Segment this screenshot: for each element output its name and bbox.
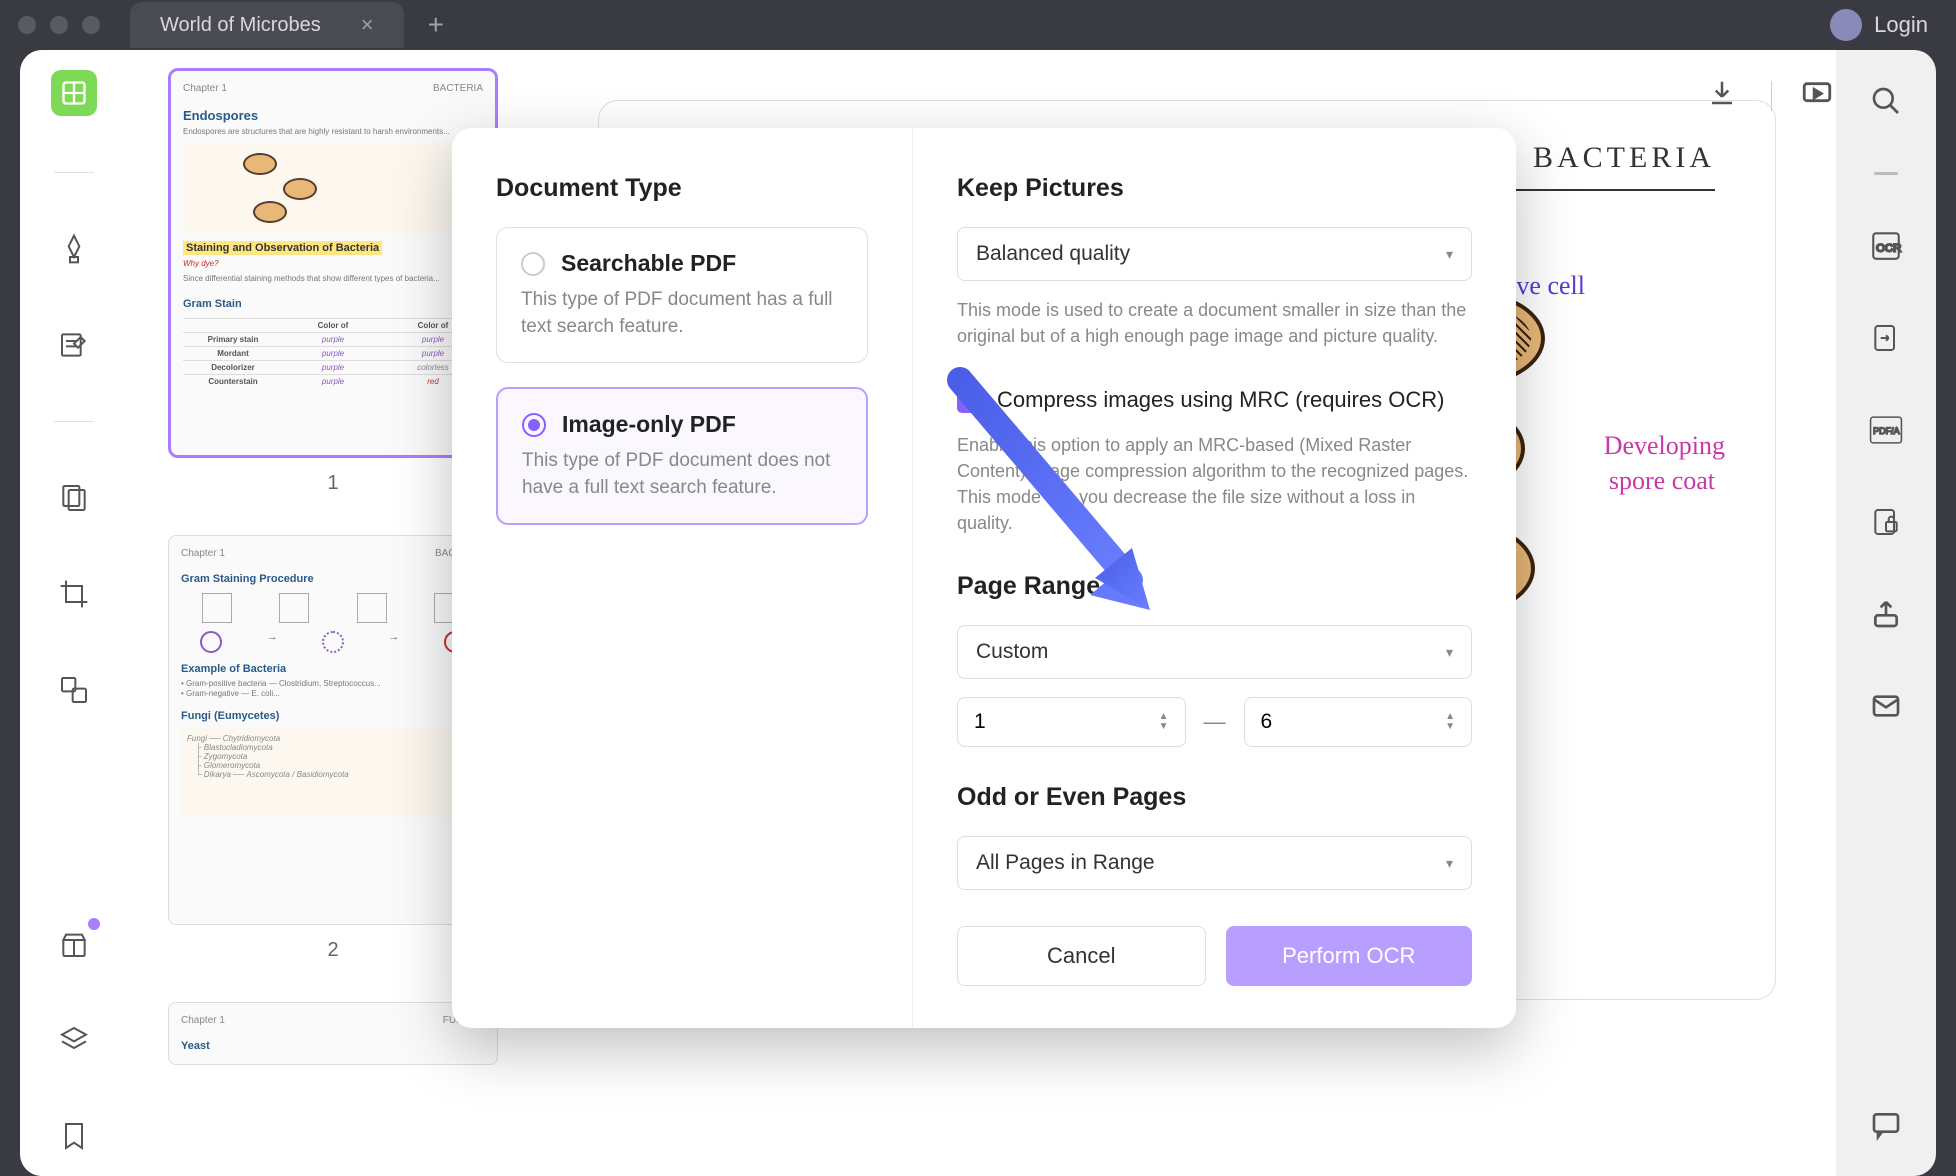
mrc-help-text: Enable this option to apply an MRC-based… [957, 432, 1472, 536]
quality-help-text: This mode is used to create a document s… [957, 297, 1472, 349]
option-description: This type of PDF document has a full tex… [521, 287, 843, 340]
svg-text:PDF/A: PDF/A [1873, 426, 1900, 436]
window-controls [18, 16, 100, 34]
stepper-down-icon[interactable]: ▼ [1445, 722, 1455, 732]
view-mode-icon[interactable] [51, 70, 97, 116]
highlighter-icon[interactable] [54, 229, 94, 269]
quality-dropdown[interactable]: Balanced quality [957, 227, 1472, 281]
encrypt-icon[interactable] [1865, 501, 1907, 543]
annotate-icon[interactable] [54, 325, 94, 365]
page-thumbnail-3[interactable]: Chapter 1FUNGUS Yeast [168, 1002, 498, 1065]
close-tab-icon[interactable]: × [361, 12, 374, 38]
svg-text:OCR: OCR [1876, 243, 1901, 255]
odd-even-title: Odd or Even Pages [957, 783, 1472, 812]
cancel-button[interactable]: Cancel [957, 926, 1206, 986]
document-tab[interactable]: World of Microbes × [130, 2, 404, 48]
option-title: Image-only PDF [562, 411, 736, 438]
range-to-input[interactable]: 6 ▲▼ [1244, 697, 1473, 747]
range-from-input[interactable]: 1 ▲▼ [957, 697, 1186, 747]
titlebar: World of Microbes × + Login [0, 0, 1956, 50]
thumb-number-2: 2 [168, 939, 498, 962]
odd-even-dropdown[interactable]: All Pages in Range [957, 836, 1472, 890]
radio-icon [521, 252, 545, 276]
pages-icon[interactable] [54, 478, 94, 518]
option-title: Searchable PDF [561, 250, 736, 277]
login-label: Login [1874, 12, 1928, 38]
searchable-pdf-option[interactable]: Searchable PDF This type of PDF document… [496, 227, 868, 363]
right-toolbar: OCR PDF/A [1836, 50, 1936, 1176]
stepper-down-icon[interactable]: ▼ [1159, 722, 1169, 732]
close-window-button[interactable] [18, 16, 36, 34]
pdfa-icon[interactable]: PDF/A [1865, 409, 1907, 451]
document-type-title: Document Type [496, 174, 868, 203]
crop-icon[interactable] [54, 574, 94, 614]
maximize-window-button[interactable] [82, 16, 100, 34]
page-thumbnail-2[interactable]: Chapter 1BACTERIA Gram Staining Procedur… [168, 535, 498, 925]
mail-icon[interactable] [1865, 685, 1907, 727]
download-icon[interactable] [1707, 78, 1743, 114]
present-icon[interactable] [1800, 78, 1836, 114]
new-tab-button[interactable]: + [414, 9, 458, 41]
thumb-number-1: 1 [168, 472, 498, 495]
mrc-label: Compress images using MRC (requires OCR) [997, 385, 1444, 416]
comment-icon[interactable] [1865, 1104, 1907, 1146]
avatar-icon [1830, 9, 1862, 41]
gift-icon[interactable] [54, 924, 94, 964]
option-description: This type of PDF document does not have … [522, 448, 842, 501]
ocr-settings-modal: Document Type Searchable PDF This type o… [452, 128, 1516, 1028]
convert-icon[interactable] [1865, 317, 1907, 359]
compare-icon[interactable] [54, 670, 94, 710]
bookmark-icon[interactable] [54, 1116, 94, 1156]
share-icon[interactable] [1865, 593, 1907, 635]
left-toolbar [20, 50, 128, 1176]
image-only-pdf-option[interactable]: Image-only PDF This type of PDF document… [496, 387, 868, 525]
page-range-title: Page Range [957, 572, 1472, 601]
range-dash: — [1204, 709, 1226, 735]
minimize-window-button[interactable] [50, 16, 68, 34]
page-thumbnail-1[interactable]: Chapter 1BACTERIA Endospores Endospores … [168, 68, 498, 458]
layers-icon[interactable] [54, 1020, 94, 1060]
mrc-checkbox[interactable]: ✓ [957, 389, 981, 413]
login-button[interactable]: Login [1830, 9, 1938, 41]
page-range-dropdown[interactable]: Custom [957, 625, 1472, 679]
radio-icon [522, 413, 546, 437]
keep-pictures-title: Keep Pictures [957, 174, 1472, 203]
search-icon[interactable] [1865, 80, 1907, 122]
tab-title: World of Microbes [160, 14, 321, 37]
collapse-icon[interactable] [1874, 172, 1898, 175]
perform-ocr-button[interactable]: Perform OCR [1226, 926, 1473, 986]
ocr-icon[interactable]: OCR [1865, 225, 1907, 267]
